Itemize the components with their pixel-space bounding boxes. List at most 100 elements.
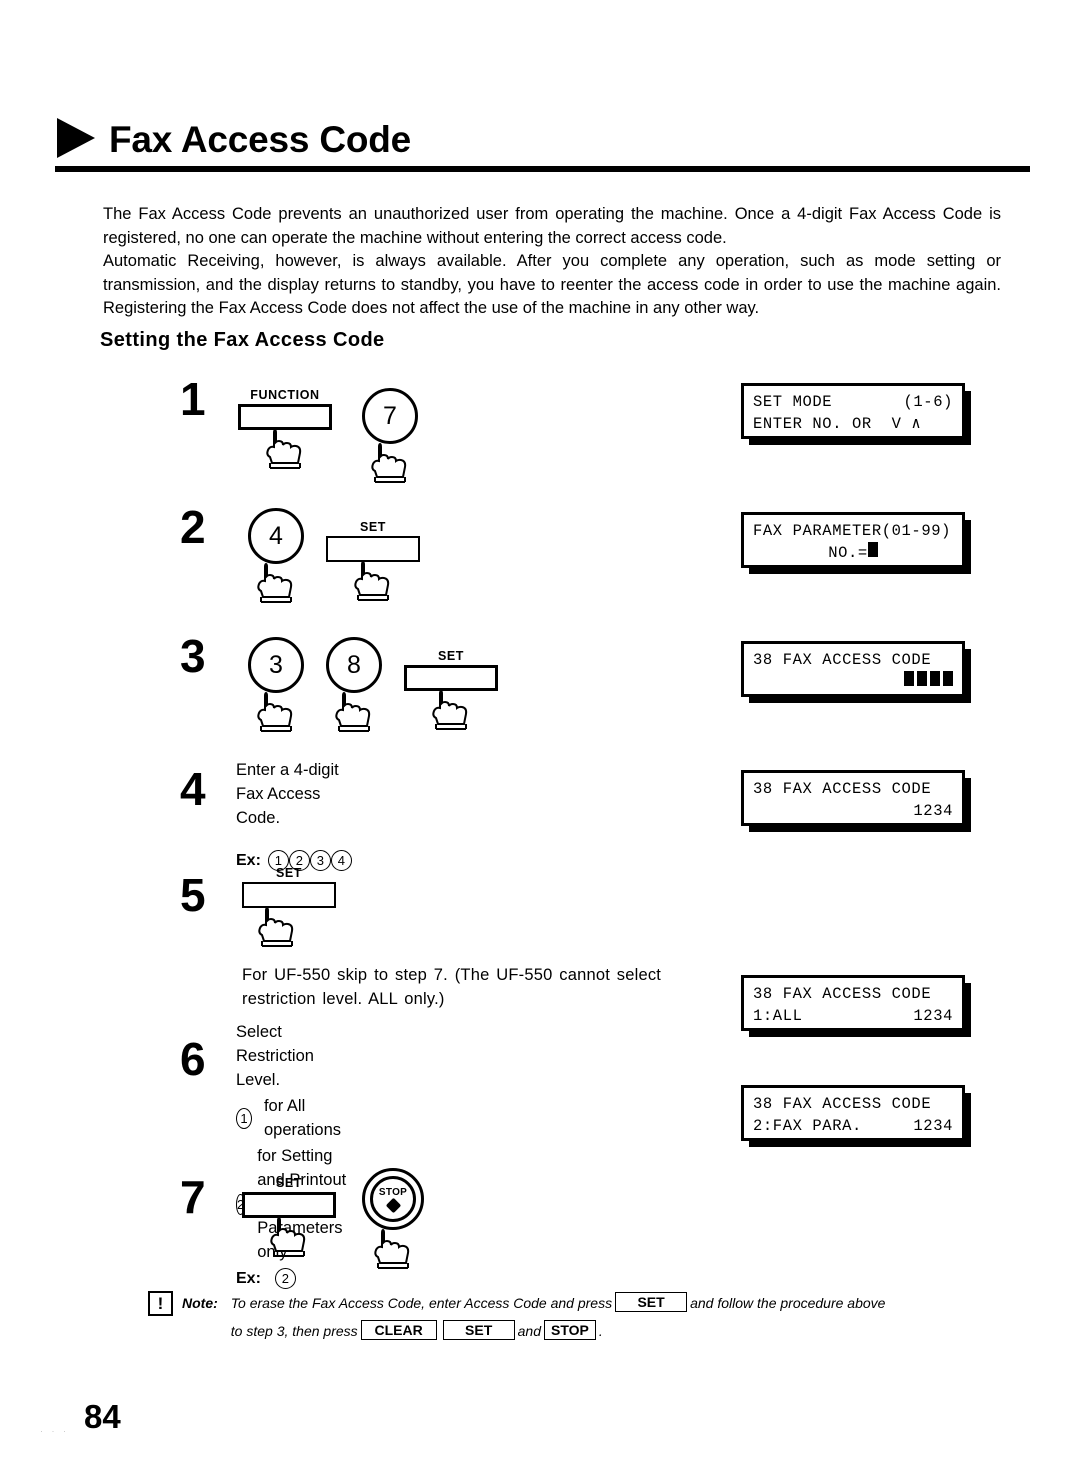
step-2-number: 2 [180, 501, 206, 553]
stop-key-dot-icon [385, 1197, 401, 1214]
lcd-cursor-icon [904, 671, 914, 686]
lcd-display-step-5: 38 FAX ACCESS CODE 1:ALL 1234 [741, 975, 965, 1031]
note-text-part-4: and [517, 1323, 541, 1339]
digit-key-4-surface[interactable]: 4 [248, 508, 304, 564]
step-6-example: Ex: 2 [236, 1268, 354, 1289]
step-1-number: 1 [180, 373, 206, 425]
lcd-cursor-icon [930, 671, 940, 686]
intro-paragraphs: The Fax Access Code prevents an unauthor… [103, 203, 1001, 321]
pointing-hand-icon [257, 691, 293, 732]
lcd-line-2 [753, 671, 953, 686]
pointing-hand-icon [432, 689, 468, 730]
note-key-set: SET [615, 1292, 688, 1312]
lcd-line-2: 2:FAX PARA. 1234 [753, 1115, 953, 1137]
lcd-text-left: 1:ALL [753, 1007, 803, 1025]
set-key[interactable]: SET [242, 1176, 336, 1257]
function-key-label: FUNCTION [250, 388, 320, 402]
lcd-display-step-4: 38 FAX ACCESS CODE 1234 [741, 770, 965, 826]
scan-artifact: · · · [40, 1426, 69, 1436]
lcd-display-step-1: SET MODE (1-6) ENTER NO. OR V ∧ [741, 383, 965, 439]
pointing-hand-icon [257, 562, 293, 603]
lcd-line-2: 1:ALL 1234 [753, 1005, 953, 1027]
lcd-text-right: (1-6) [903, 393, 953, 411]
stop-key-label: STOP [378, 1187, 408, 1198]
digit-key-8[interactable]: 8 [326, 637, 382, 732]
lcd-cursor-icon [943, 671, 953, 686]
note-text-part-3: to step 3, then press [230, 1323, 358, 1339]
step-1-keys: FUNCTION 7 [238, 388, 418, 483]
step-5-text: For UF-550 skip to step 7. (The UF-550 c… [242, 966, 662, 1008]
restriction-option-1: 1 for All operations [236, 1094, 354, 1142]
digit-key-8-surface[interactable]: 8 [326, 637, 382, 693]
digit-key-3[interactable]: 3 [248, 637, 304, 732]
note-text: To erase the Fax Access Code, enter Acce… [231, 1289, 1010, 1345]
intro-paragraph-1: The Fax Access Code prevents an unauthor… [103, 205, 1001, 247]
lcd-text-right: 1234 [913, 1007, 953, 1025]
note-text-part-1: To erase the Fax Access Code, enter Acce… [230, 1295, 613, 1311]
lcd-line-1: 38 FAX ACCESS CODE [753, 985, 932, 1003]
exclamation-icon: ! [148, 1291, 173, 1316]
pointing-hand-icon [374, 1228, 410, 1269]
step-7-number: 7 [180, 1171, 206, 1223]
lcd-cursor-icon [917, 671, 927, 686]
set-key[interactable]: SET [242, 866, 722, 947]
lcd-text-right: 1234 [913, 1117, 953, 1135]
digit-key-7-surface[interactable]: 7 [362, 388, 418, 444]
stop-key-inner: STOP [370, 1176, 416, 1222]
option-1-digit: 1 [236, 1107, 252, 1129]
lcd-line-1: 38 FAX ACCESS CODE [753, 780, 932, 798]
intro-paragraph-2: Automatic Receiving, however, is always … [103, 252, 1001, 317]
note-text-part-5: . [598, 1323, 603, 1339]
step-6-number: 6 [180, 1033, 206, 1085]
heading-divider [55, 166, 1030, 172]
lcd-line-1: 38 FAX ACCESS CODE [753, 1095, 932, 1113]
lcd-text-prompt: NO.= [828, 544, 868, 562]
note-key-clear: CLEAR [360, 1320, 437, 1340]
digit-key-4[interactable]: 4 [248, 508, 304, 603]
lcd-cursor-icon [867, 542, 878, 557]
option-1-text: for All operations [263, 1097, 342, 1139]
lcd-line-2: 1234 [913, 802, 953, 820]
step-4-text: Enter a 4-digit Fax Access Code. [236, 761, 339, 827]
lcd-display-step-3: 38 FAX ACCESS CODE [741, 641, 965, 697]
step-5-number: 5 [180, 869, 206, 921]
note-key-set-2: SET [442, 1320, 515, 1340]
pointing-hand-icon [335, 691, 371, 732]
stop-key-surface[interactable]: STOP [362, 1168, 424, 1230]
triangle-right-icon [57, 118, 95, 158]
function-key[interactable]: FUNCTION [238, 388, 332, 469]
set-key[interactable]: SET [326, 520, 420, 601]
note-text-part-2: and follow the procedure above [690, 1295, 886, 1311]
stop-key[interactable]: STOP [362, 1168, 424, 1269]
lcd-line-2: ENTER NO. OR V ∧ [753, 415, 922, 433]
digit-key-7[interactable]: 7 [362, 388, 418, 483]
step-4-number: 4 [180, 763, 206, 815]
note-row: ! Note: To erase the Fax Access Code, en… [148, 1289, 1010, 1345]
note-block: ! Note: To erase the Fax Access Code, en… [148, 1289, 1010, 1345]
pointing-hand-icon [258, 906, 294, 947]
set-key-label: SET [275, 866, 303, 880]
step-2-keys: 4 SET [248, 508, 420, 603]
digit-key-3-surface[interactable]: 3 [248, 637, 304, 693]
note-label: Note: [182, 1295, 218, 1311]
lcd-text-left: SET MODE [753, 393, 833, 411]
lcd-display-step-2: FAX PARAMETER(01-99) NO.= [741, 512, 965, 568]
set-key[interactable]: SET [404, 649, 498, 730]
step-6-title: Select Restriction Level. [236, 1023, 314, 1089]
pointing-hand-icon [354, 560, 390, 601]
lcd-line-1: SET MODE (1-6) [753, 391, 953, 413]
step-3-keys: 3 8 SET [248, 637, 498, 732]
pointing-hand-icon [266, 428, 302, 469]
lcd-line-1: 38 FAX ACCESS CODE [753, 651, 932, 669]
set-key-label: SET [437, 649, 465, 663]
step-7-keys: SET STOP [242, 1168, 424, 1269]
section-subheading: Setting the Fax Access Code [100, 329, 385, 351]
lcd-line-2: NO.= [753, 542, 953, 564]
page-title: Fax Access Code [109, 118, 412, 160]
lcd-text-left: 2:FAX PARA. [753, 1117, 862, 1135]
heading-row: Fax Access Code [55, 118, 1030, 160]
page-heading: Fax Access Code [55, 118, 1030, 172]
set-key-label: SET [275, 1176, 303, 1190]
lcd-line-1: FAX PARAMETER(01-99) [753, 522, 952, 540]
lcd-display-step-6: 38 FAX ACCESS CODE 2:FAX PARA. 1234 [741, 1085, 965, 1141]
